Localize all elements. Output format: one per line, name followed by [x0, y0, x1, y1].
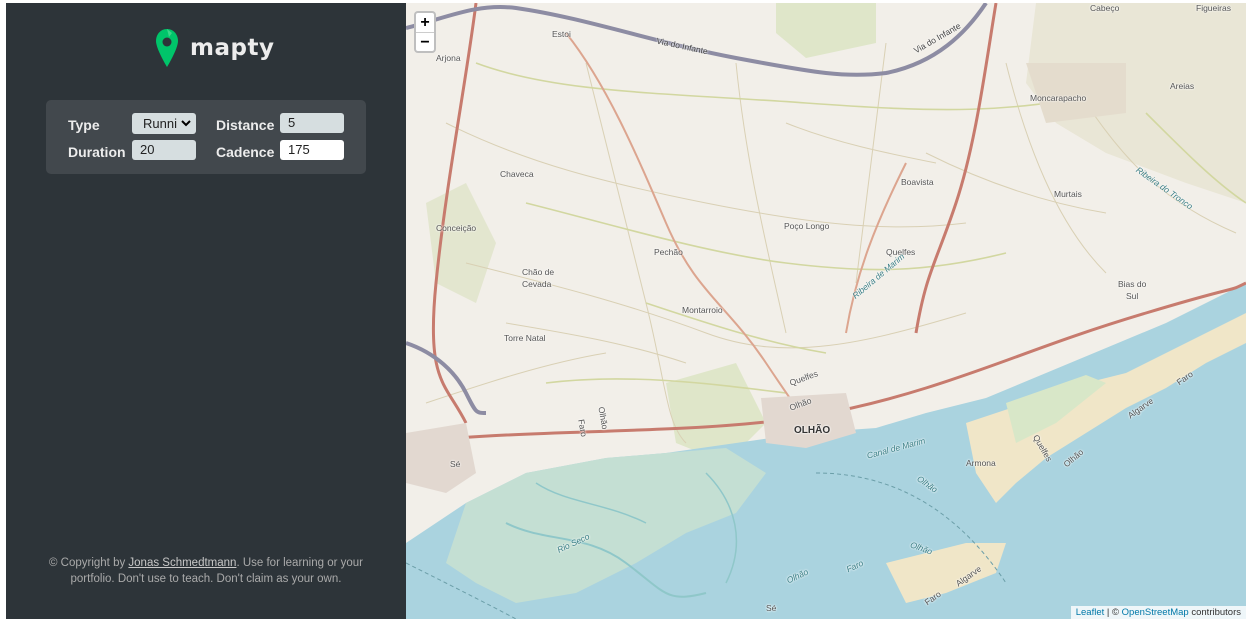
place-label: Montarroio	[682, 305, 723, 315]
place-label: Murtais	[1054, 189, 1082, 199]
map[interactable]: Estoi Arjona Via do Infante Via do Infan…	[406, 3, 1246, 619]
distance-label: Distance	[216, 117, 275, 133]
duration-label: Duration	[68, 144, 126, 160]
leaflet-link[interactable]: Leaflet	[1076, 607, 1105, 618]
place-label: Poço Longo	[784, 221, 830, 231]
place-label: Cevada	[522, 279, 552, 289]
zoom-out-button[interactable]: −	[416, 32, 434, 51]
place-label: Bias do	[1118, 279, 1147, 289]
app-name: mapty	[190, 35, 275, 61]
place-label: Torre Natal	[504, 333, 546, 343]
map-tiles	[406, 3, 1246, 619]
copyright-prefix: © Copyright by	[48, 557, 129, 569]
place-label: Sé	[766, 603, 777, 613]
copyright-text: © Copyright by Jonas Schmedtmann. Use fo…	[46, 555, 366, 587]
osm-link[interactable]: OpenStreetMap	[1122, 607, 1189, 618]
place-label: Chaveca	[500, 169, 534, 179]
place-label: Arjona	[436, 53, 461, 63]
author-link[interactable]: Jonas Schmedtmann	[128, 557, 236, 569]
place-label: Pechão	[654, 247, 683, 257]
place-label: Conceição	[436, 223, 477, 233]
zoom-in-button[interactable]: +	[416, 13, 434, 32]
place-label: Cabeço	[1090, 3, 1120, 13]
place-label: Sul	[1126, 291, 1139, 301]
place-label: Chão de	[522, 267, 555, 277]
logo: mapty	[154, 27, 274, 69]
place-label: Armona	[966, 458, 996, 468]
attribution-contributors: contributors	[1188, 607, 1241, 618]
map-attribution: Leaflet | © OpenStreetMap contributors	[1070, 606, 1246, 619]
place-label: Figueiras	[1196, 3, 1231, 13]
cadence-label: Cadence	[216, 144, 275, 160]
type-select[interactable]: Runni	[132, 113, 196, 134]
zoom-control: + −	[414, 11, 436, 53]
attribution-separator: | ©	[1104, 607, 1122, 618]
cadence-input[interactable]: 175	[280, 140, 344, 160]
place-label: Estoi	[552, 29, 571, 39]
type-label: Type	[68, 117, 100, 133]
chevron-down-icon	[181, 120, 191, 127]
place-label: Boavista	[901, 177, 934, 187]
distance-input[interactable]: 5	[280, 113, 344, 133]
workout-form: Type Runni Distance 5 Duration 20 Cadenc…	[46, 100, 366, 174]
place-label: Areias	[1170, 81, 1195, 91]
duration-input[interactable]: 20	[132, 140, 196, 160]
map-pin-icon	[156, 29, 178, 67]
town-label-olhao: OLHÃO	[794, 425, 831, 436]
type-select-value: Runni	[143, 116, 177, 131]
place-label: Moncarapacho	[1030, 93, 1087, 103]
sidebar: mapty Type Runni Distance 5 Duration 20 …	[6, 3, 406, 619]
place-label: Sé	[450, 459, 461, 469]
